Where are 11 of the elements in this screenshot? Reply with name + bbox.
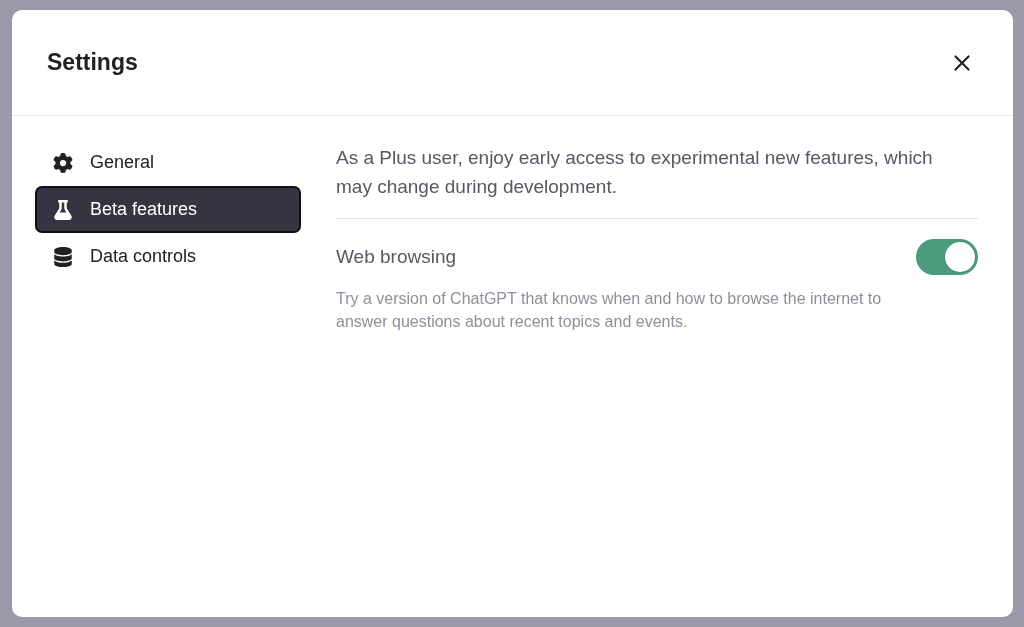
- gear-icon: [52, 151, 74, 174]
- sidebar-item[interactable]: Data controls: [35, 233, 301, 280]
- setting-description: Try a version of ChatGPT that knows when and how to browse the internet to answer questions about recent topics and events.: [336, 289, 883, 332]
- flask-icon: [52, 198, 74, 221]
- setting-label: Web browsing: [336, 246, 457, 268]
- intro-text: As a Plus user, enjoy early access to experimental new features, which may change during development.: [336, 146, 934, 199]
- toggle-switch[interactable]: [916, 239, 978, 275]
- dialog-title: Settings: [47, 49, 138, 76]
- sidebar-item[interactable]: General: [35, 139, 301, 186]
- database-icon: [52, 245, 74, 268]
- sidebar-item[interactable]: Beta features: [35, 186, 301, 233]
